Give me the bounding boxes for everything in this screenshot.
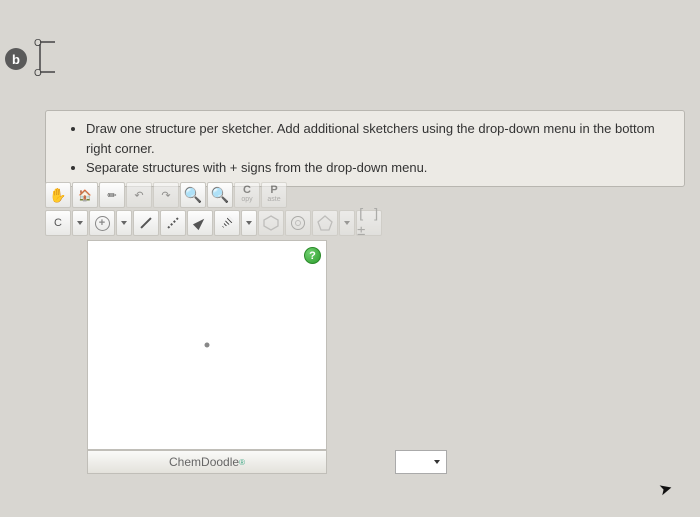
cyclopentane-button[interactable] — [312, 210, 338, 236]
toolbar-top: ✋ 🏠 ✏ ↶ ↷ 🔍 🔍 Copy Paste — [45, 182, 465, 208]
add-sketcher-dropdown[interactable] — [395, 450, 447, 474]
redo-icon: ↷ — [161, 189, 170, 202]
instruction-item: Separate structures with + signs from th… — [86, 158, 672, 178]
home-icon: 🏠 — [78, 189, 92, 202]
question-badge: b — [5, 48, 27, 70]
single-bond-icon — [140, 217, 151, 228]
charge-button[interactable]: + — [89, 210, 115, 236]
brackets-button[interactable]: [ ]± — [356, 210, 382, 236]
hand-tool-button[interactable]: ✋ — [45, 182, 71, 208]
wedge-icon — [193, 216, 207, 230]
pencil-icon: ✏ — [107, 189, 116, 202]
paste-button[interactable]: Paste — [261, 182, 287, 208]
chevron-down-icon — [77, 221, 83, 225]
ring-dropdown[interactable] — [339, 210, 355, 236]
brackets-icon: [ ]± — [357, 207, 381, 239]
brand-label: ChemDoodle — [169, 455, 239, 469]
chevron-down-icon — [121, 221, 127, 225]
wedge-bond-button[interactable] — [187, 210, 213, 236]
zoom-in-icon: 🔍 — [184, 186, 203, 204]
toolbar-bottom: C + [ ]± — [45, 210, 465, 236]
pentagon-icon — [317, 215, 333, 231]
hexagon-icon — [263, 215, 279, 231]
atom-placeholder-dot — [205, 343, 210, 348]
draw-button[interactable]: ✏ — [99, 182, 125, 208]
cursor-pointer-icon: ➤ — [656, 478, 674, 501]
sketcher-canvas[interactable]: ? — [87, 240, 327, 450]
hash-wedge-icon — [220, 216, 234, 230]
single-bond-button[interactable] — [133, 210, 159, 236]
paste-label-bot: aste — [267, 195, 280, 204]
hand-icon: ✋ — [49, 187, 66, 204]
redo-button[interactable]: ↷ — [153, 182, 179, 208]
svg-text:O: O — [34, 38, 42, 49]
cyclohexane-button[interactable] — [258, 210, 284, 236]
chevron-down-icon — [434, 460, 440, 464]
zoom-out-button[interactable]: 🔍 — [207, 182, 233, 208]
svg-text:O: O — [34, 68, 42, 79]
charge-dropdown[interactable] — [116, 210, 132, 236]
dotted-bond-button[interactable] — [160, 210, 186, 236]
element-label: C — [54, 217, 62, 229]
registered-icon: ® — [239, 458, 245, 467]
molecule-structure-icon: O O — [30, 32, 80, 82]
element-dropdown[interactable] — [72, 210, 88, 236]
paste-label-top: P — [270, 186, 277, 195]
dotted-bond-icon — [167, 217, 178, 228]
chevron-down-icon — [344, 221, 350, 225]
undo-button[interactable]: ↶ — [126, 182, 152, 208]
plus-circle-icon: + — [95, 216, 110, 231]
home-button[interactable]: 🏠 — [72, 182, 98, 208]
zoom-out-icon: 🔍 — [211, 186, 230, 204]
copy-button[interactable]: Copy — [234, 182, 260, 208]
benzene-icon — [291, 216, 305, 230]
bond-dropdown[interactable] — [241, 210, 257, 236]
undo-icon: ↶ — [134, 189, 143, 202]
zoom-in-button[interactable]: 🔍 — [180, 182, 206, 208]
instruction-panel: Draw one structure per sketcher. Add add… — [45, 110, 685, 187]
chevron-down-icon — [246, 221, 252, 225]
instruction-item: Draw one structure per sketcher. Add add… — [86, 119, 672, 158]
brand-bar: ChemDoodle® — [87, 450, 327, 474]
element-button[interactable]: C — [45, 210, 71, 236]
copy-label-bot: opy — [241, 195, 252, 204]
benzene-button[interactable] — [285, 210, 311, 236]
hash-bond-button[interactable] — [214, 210, 240, 236]
help-button[interactable]: ? — [304, 247, 321, 264]
sketcher: ✋ 🏠 ✏ ↶ ↷ 🔍 🔍 Copy Paste C + [ ]± — [45, 182, 465, 450]
copy-label-top: C — [243, 186, 251, 195]
